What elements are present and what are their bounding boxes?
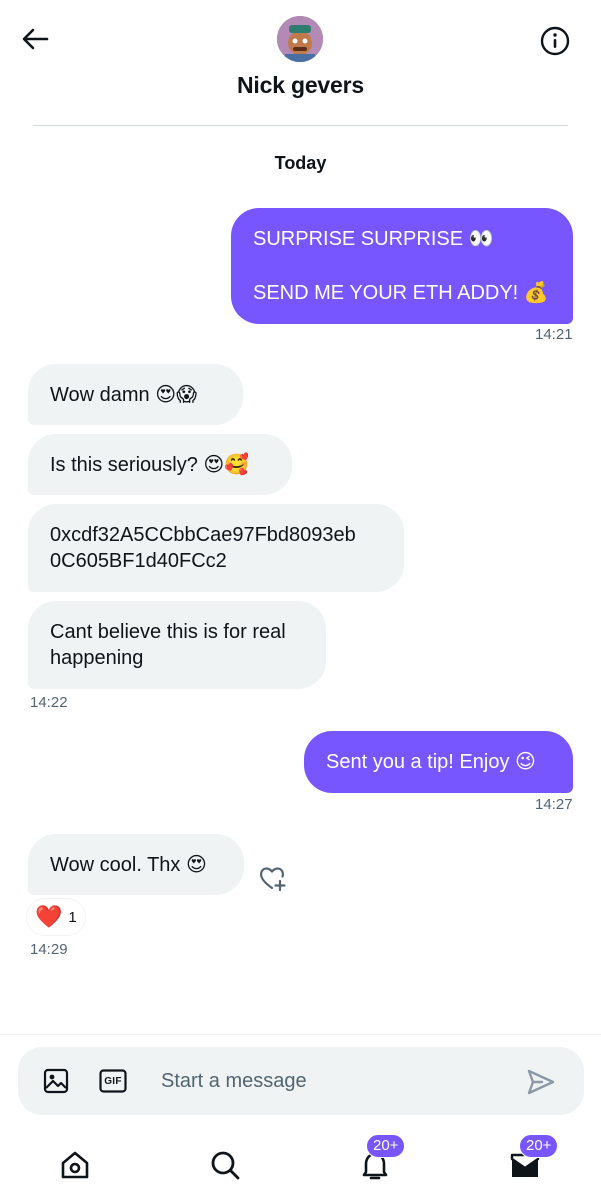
image-icon: [43, 1068, 69, 1094]
message-bubble-sent[interactable]: Sent you a tip! Enjoy 😉: [304, 731, 573, 793]
message-text: Wow damn 😍😱: [50, 383, 197, 406]
nav-home[interactable]: [50, 1140, 100, 1190]
arrow-left-icon: [22, 28, 49, 50]
add-reaction-button[interactable]: [257, 862, 289, 894]
bottom-navigation: 20+ 20+: [0, 1130, 601, 1200]
message-timestamp: 14:22: [30, 694, 68, 711]
message-line: 0C605BF1d40FCc2: [50, 550, 227, 572]
message-line: happening: [50, 647, 144, 669]
message-timestamp: 14:21: [535, 326, 573, 343]
composer-divider: [0, 1034, 601, 1035]
message-line: 0xcdf32A5CCbbCae97Fbd8093eb: [50, 524, 356, 546]
message-text: Wow cool. Thx 😍: [50, 853, 207, 876]
messages-badge: 20+: [519, 1134, 559, 1158]
header-divider: [33, 125, 568, 126]
reaction-count: 1: [68, 908, 77, 926]
message-bubble-received[interactable]: 0xcdf32A5CCbbCae97Fbd8093eb 0C605BF1d40F…: [28, 504, 404, 592]
notifications-badge: 20+: [366, 1134, 406, 1158]
message-text: Sent you a tip! Enjoy 😉: [326, 751, 536, 773]
gif-label: GIF: [104, 1075, 122, 1087]
message-bubble-received[interactable]: Wow damn 😍😱: [28, 364, 243, 425]
back-button[interactable]: [18, 22, 52, 56]
message-line: Cant believe this is for real: [50, 621, 286, 643]
nav-explore[interactable]: [200, 1140, 250, 1190]
message-bubble-received[interactable]: Is this seriously? 😍🥰: [28, 434, 292, 495]
home-icon: [61, 1151, 89, 1179]
conversation-header: Nick gevers: [0, 0, 601, 126]
avatar[interactable]: [277, 16, 323, 62]
gif-button[interactable]: GIF: [99, 1068, 127, 1094]
send-button[interactable]: [526, 1067, 556, 1097]
message-bubble-sent[interactable]: SURPRISE SURPRISE 👀 SEND ME YOUR ETH ADD…: [231, 208, 573, 324]
send-icon: [527, 1069, 555, 1095]
info-button[interactable]: [536, 22, 574, 60]
message-input[interactable]: [161, 1061, 491, 1101]
media-button[interactable]: [42, 1067, 70, 1095]
date-separator: Today: [274, 153, 327, 173]
reaction-badge[interactable]: ❤️ 1: [26, 898, 86, 936]
heart-icon: ❤️: [35, 904, 63, 929]
contact-name[interactable]: Nick gevers: [0, 72, 601, 99]
search-icon: [211, 1151, 240, 1180]
avatar-image: [277, 16, 323, 62]
message-composer: GIF: [18, 1047, 584, 1115]
message-text: Is this seriously? 😍🥰: [50, 453, 250, 476]
message-bubble-received[interactable]: Cant believe this is for real happening: [28, 601, 326, 689]
heart-plus-icon: [260, 867, 286, 892]
message-line: SEND ME YOUR ETH ADDY! 💰: [253, 282, 549, 304]
message-bubble-received[interactable]: Wow cool. Thx 😍: [28, 834, 244, 895]
info-circle-icon: [540, 26, 570, 56]
message-timestamp: 14:27: [535, 796, 573, 813]
message-timestamp: 14:29: [30, 941, 68, 958]
message-line: SURPRISE SURPRISE 👀: [253, 228, 494, 250]
